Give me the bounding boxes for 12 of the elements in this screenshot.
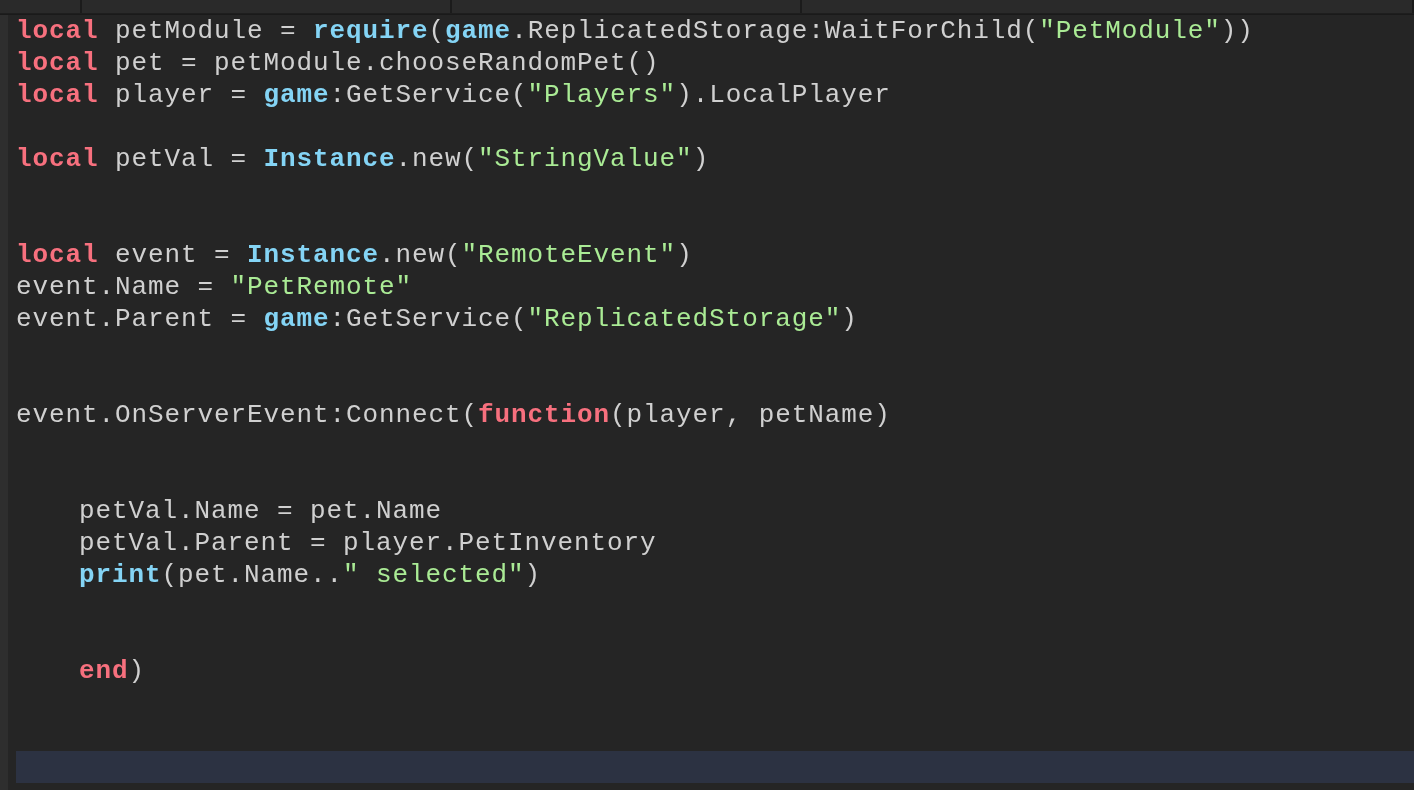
code-line: petVal.Name = pet.Name	[79, 496, 443, 526]
code-line: local player = game:GetService("Players").LocalPlayer	[16, 80, 891, 110]
code-line: event.Name = "PetRemote"	[16, 272, 413, 302]
code-line: local event = Instance.new("RemoteEvent")	[16, 240, 693, 270]
code-line: local pet = petModule.chooseRandomPet()	[16, 48, 660, 78]
code-line: end)	[79, 656, 146, 686]
code-line: print(pet.Name.." selected")	[79, 560, 542, 590]
code-line: event.OnServerEvent:Connect(function(player, petName)	[16, 400, 891, 430]
code-line: event.Parent = game:GetService("ReplicatedStorage")	[16, 304, 858, 334]
code-line: local petVal = Instance.new("StringValue")	[16, 144, 710, 174]
code-line: petVal.Parent = player.PetInventory	[79, 528, 657, 558]
code-line: local petModule = require(game.ReplicatedStorage:WaitForChild("PetModule"))	[16, 16, 1254, 46]
